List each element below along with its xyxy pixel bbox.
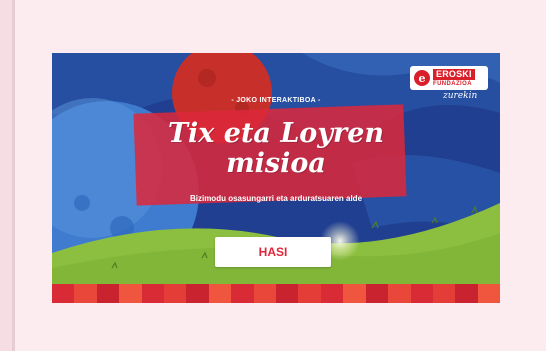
- side-divider: [12, 0, 15, 351]
- eroski-fundazioa-logo[interactable]: e EROSKI FUNDAZIOA: [411, 67, 487, 89]
- game-frame[interactable]: e EROSKI FUNDAZIOA zurekin - JOKO INTERA…: [52, 53, 500, 303]
- start-button[interactable]: HASI: [215, 237, 331, 267]
- game-title-line2: misioa: [226, 148, 326, 179]
- game-title: Tix eta Loyren misioa: [52, 119, 500, 179]
- game-subtitle: Bizimodu osasungarri eta arduratsuaren a…: [189, 194, 363, 203]
- side-strip: [0, 0, 12, 351]
- brand-mark-icon: e: [414, 70, 430, 86]
- striped-floor: [52, 284, 500, 303]
- brand-name: EROSKI: [433, 69, 475, 80]
- brand-sub: FUNDAZIOA: [433, 81, 472, 87]
- game-title-line1: Tix eta Loyren: [167, 118, 385, 149]
- game-kicker: - JOKO INTERAKTIBOA -: [231, 97, 321, 104]
- logo-wordmark: EROSKI FUNDAZIOA: [433, 69, 475, 87]
